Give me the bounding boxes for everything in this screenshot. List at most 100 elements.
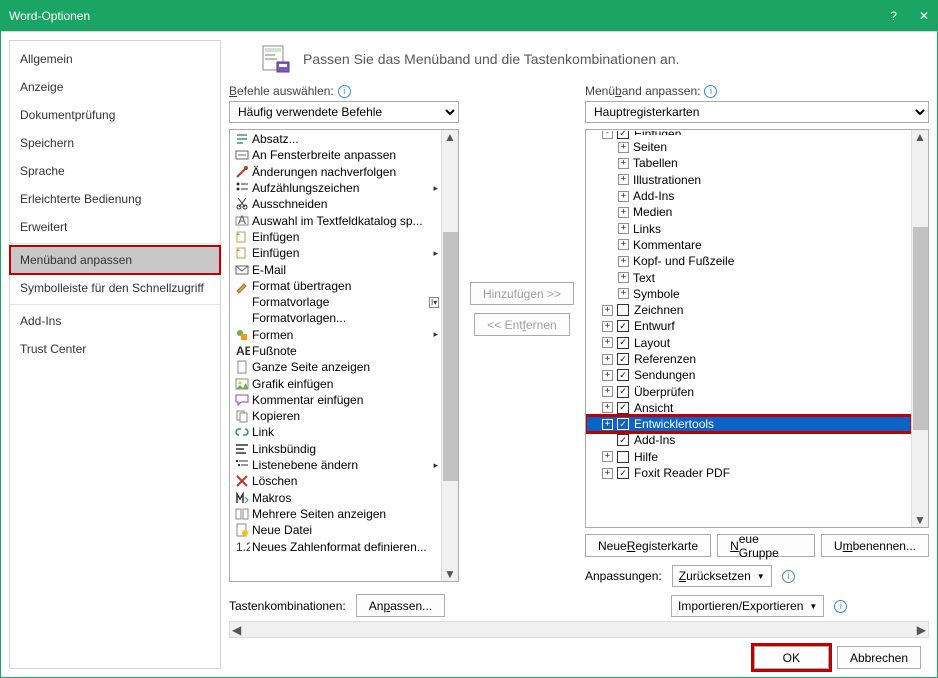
tree-item[interactable]: +Kopf- und Fußzeile xyxy=(586,253,911,269)
tree-item[interactable]: +Foxit Reader PDF xyxy=(586,465,911,481)
sidebar-item-anzeige[interactable]: Anzeige xyxy=(10,73,220,101)
sidebar-item-symbolleiste-f-r-den-schnellzugriff[interactable]: Symbolleiste für den Schnellzugriff xyxy=(10,274,220,302)
close-icon[interactable]: ✕ xyxy=(919,9,929,23)
command-item[interactable]: Änderungen nachverfolgen xyxy=(230,164,441,180)
new-tab-button[interactable]: Neue Registerkarte xyxy=(585,534,711,557)
command-item[interactable]: Absatz... xyxy=(230,131,441,147)
checkbox[interactable] xyxy=(617,320,629,332)
tree-item[interactable]: +Kommentare xyxy=(586,237,911,253)
expander-icon[interactable]: - xyxy=(602,131,613,139)
ribbon-tree[interactable]: -Einfügen+Seiten+Tabellen+Illustrationen… xyxy=(585,129,929,528)
sidebar-item-allgemein[interactable]: Allgemein xyxy=(10,45,220,73)
tree-item[interactable]: +Links xyxy=(586,220,911,236)
expander-icon[interactable]: + xyxy=(602,468,613,479)
expander-icon[interactable]: + xyxy=(602,321,613,332)
cancel-button[interactable]: Abbrechen xyxy=(837,646,921,669)
scrollbar-vertical[interactable]: ▲▼ xyxy=(441,130,458,581)
expander-icon[interactable]: + xyxy=(618,256,629,267)
command-item[interactable]: Ganze Seite anzeigen xyxy=(230,359,441,375)
reset-dropdown[interactable]: Zurücksetzen▼ xyxy=(672,565,772,587)
rename-button[interactable]: Umbenennen... xyxy=(821,534,929,557)
tree-item[interactable]: +Seiten xyxy=(586,139,911,155)
checkbox[interactable] xyxy=(617,467,629,479)
expander-icon[interactable]: + xyxy=(618,272,629,283)
scrollbar-vertical[interactable]: ▲▼ xyxy=(911,130,928,527)
commands-listbox[interactable]: Absatz...An Fensterbreite anpassenÄnderu… xyxy=(229,129,459,582)
command-item[interactable]: AB¹Fußnote xyxy=(230,343,441,359)
checkbox[interactable] xyxy=(617,131,629,139)
tree-item[interactable]: +Referenzen xyxy=(586,351,911,367)
info-icon[interactable]: i xyxy=(834,600,847,613)
command-item[interactable]: Grafik einfügen xyxy=(230,375,441,391)
checkbox[interactable] xyxy=(617,434,629,446)
command-item[interactable]: Aufzählungszeichen▸ xyxy=(230,180,441,196)
tree-item[interactable]: +Sendungen xyxy=(586,367,911,383)
command-item[interactable]: Ausschneiden xyxy=(230,196,441,212)
expander-icon[interactable]: + xyxy=(602,305,613,316)
checkbox[interactable] xyxy=(617,304,629,316)
import-export-dropdown[interactable]: Importieren/Exportieren▼ xyxy=(671,595,824,617)
ribbon-tabs-select[interactable]: Hauptregisterkarten xyxy=(585,101,929,123)
checkbox[interactable] xyxy=(617,353,629,365)
sidebar-item-dokumentpr-fung[interactable]: Dokumentprüfung xyxy=(10,101,220,129)
command-item[interactable]: Link xyxy=(230,424,441,440)
info-icon[interactable]: i xyxy=(782,570,795,583)
tree-item[interactable]: +Medien xyxy=(586,204,911,220)
command-item[interactable]: Mehrere Seiten anzeigen xyxy=(230,506,441,522)
tree-item[interactable]: +Zeichnen xyxy=(586,302,911,318)
tree-item[interactable]: +Entwicklertools xyxy=(586,416,911,432)
expander-icon[interactable]: + xyxy=(618,223,629,234)
new-group-button[interactable]: Neue Gruppe xyxy=(717,534,815,557)
tree-item[interactable]: +Entwurf xyxy=(586,318,911,334)
checkbox[interactable] xyxy=(617,386,629,398)
expander-icon[interactable]: + xyxy=(602,354,613,365)
command-item[interactable]: Makros xyxy=(230,490,441,506)
expander-icon[interactable]: + xyxy=(602,451,613,462)
expander-icon[interactable]: + xyxy=(618,191,629,202)
checkbox[interactable] xyxy=(617,402,629,414)
command-item[interactable]: Linksbündig xyxy=(230,441,441,457)
ok-button[interactable]: OK xyxy=(754,646,829,669)
expander-icon[interactable]: + xyxy=(602,419,613,430)
tree-item[interactable]: +Ansicht xyxy=(586,400,911,416)
command-item[interactable]: Kommentar einfügen xyxy=(230,392,441,408)
command-item[interactable]: Formatvorlagen... xyxy=(230,310,441,326)
tree-item[interactable]: +Tabellen xyxy=(586,155,911,171)
expander-icon[interactable]: + xyxy=(602,337,613,348)
command-item[interactable]: Einfügen xyxy=(230,229,441,245)
command-item[interactable]: AAuswahl im Textfeldkatalog sp... xyxy=(230,212,441,228)
tree-item[interactable]: Add-Ins xyxy=(586,432,911,448)
help-icon[interactable]: ? xyxy=(890,9,897,23)
expander-icon[interactable]: + xyxy=(618,288,629,299)
checkbox[interactable] xyxy=(617,337,629,349)
sidebar-item-trust-center[interactable]: Trust Center xyxy=(10,335,220,363)
command-item[interactable]: Löschen xyxy=(230,473,441,489)
tree-item[interactable]: +Überprüfen xyxy=(586,383,911,399)
tree-item[interactable]: +Hilfe xyxy=(586,449,911,465)
command-item[interactable]: An Fensterbreite anpassen xyxy=(230,147,441,163)
info-icon[interactable]: i xyxy=(704,85,717,98)
sidebar-item-erweitert[interactable]: Erweitert xyxy=(10,213,220,241)
expander-icon[interactable]: + xyxy=(602,386,613,397)
expander-icon[interactable]: + xyxy=(618,158,629,169)
command-item[interactable]: Neue Datei xyxy=(230,522,441,538)
info-icon[interactable]: i xyxy=(338,85,351,98)
expander-icon[interactable]: + xyxy=(618,174,629,185)
sidebar-item-erleichterte-bedienung[interactable]: Erleichterte Bedienung xyxy=(10,185,220,213)
expander-icon[interactable]: + xyxy=(602,370,613,381)
command-item[interactable]: Formen▸ xyxy=(230,327,441,343)
command-item[interactable]: Kopieren xyxy=(230,408,441,424)
checkbox[interactable] xyxy=(617,418,629,430)
customize-shortcuts-button[interactable]: Anpassen... xyxy=(356,594,445,617)
expander-icon[interactable]: + xyxy=(618,239,629,250)
command-item[interactable]: Format übertragen xyxy=(230,278,441,294)
sidebar-item-speichern[interactable]: Speichern xyxy=(10,129,220,157)
expander-icon[interactable]: + xyxy=(618,142,629,153)
checkbox[interactable] xyxy=(617,369,629,381)
command-item[interactable]: FormatvorlageI▾ xyxy=(230,294,441,310)
tree-item[interactable]: +Illustrationen xyxy=(586,172,911,188)
command-item[interactable]: E-Mail xyxy=(230,261,441,277)
checkbox[interactable] xyxy=(617,451,629,463)
sidebar-item-men-band-anpassen[interactable]: Menüband anpassen xyxy=(10,246,220,274)
tree-item[interactable]: +Add-Ins xyxy=(586,188,911,204)
